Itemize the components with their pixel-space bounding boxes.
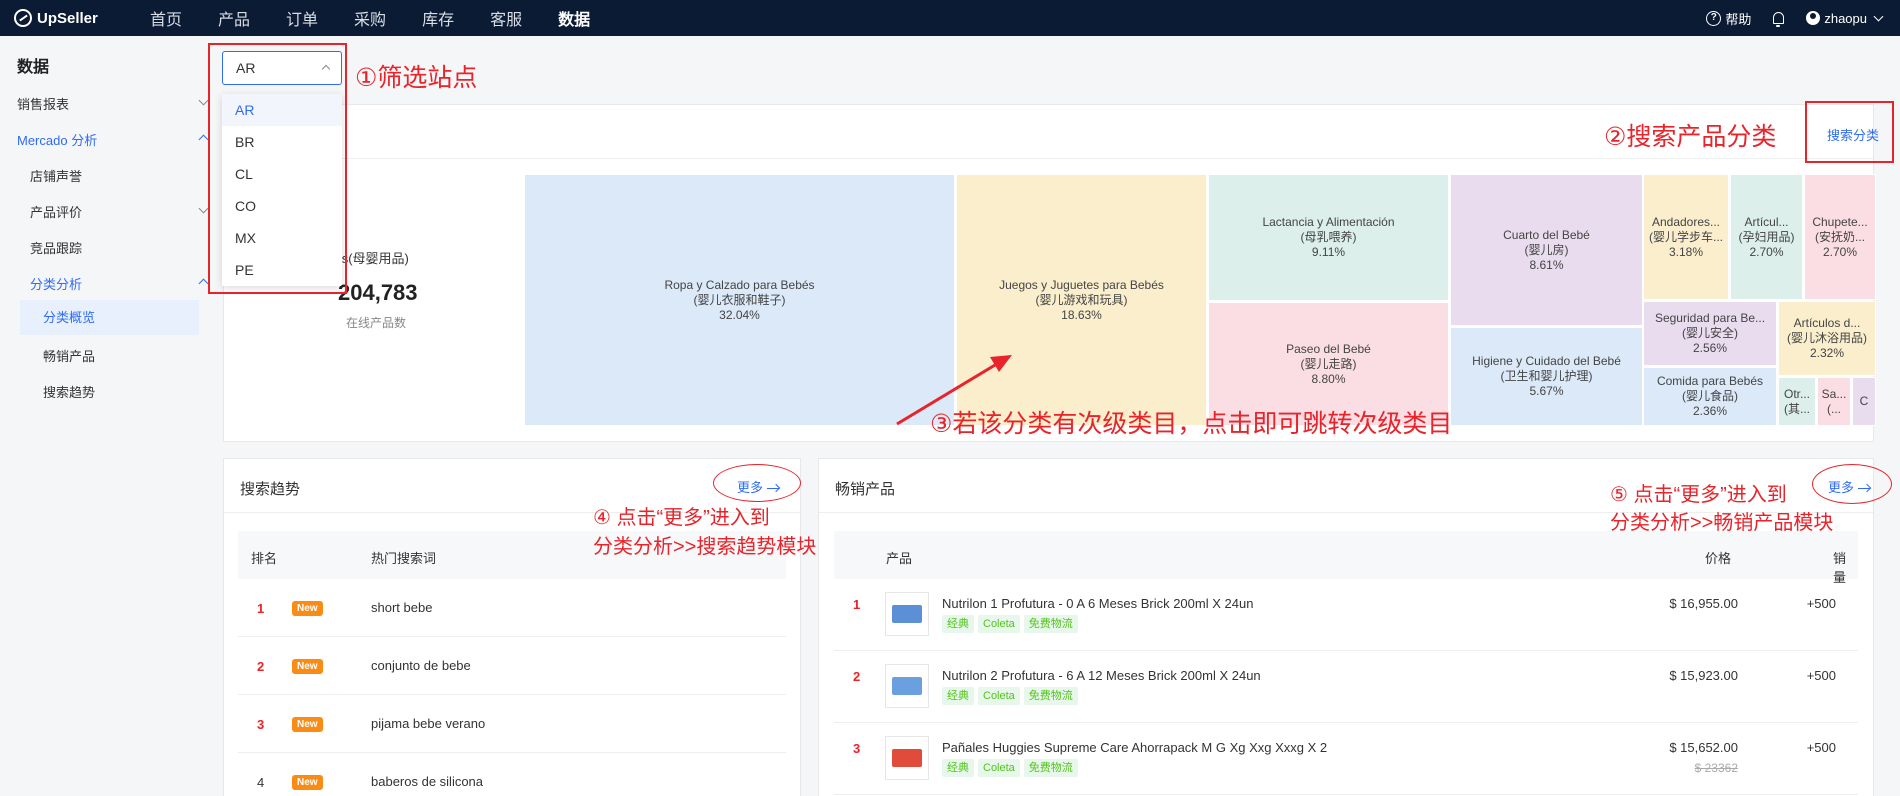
annotation-arrow-head	[990, 355, 1012, 372]
annotation-arrow	[896, 355, 1012, 426]
annotation-arrow-line	[896, 360, 1001, 426]
